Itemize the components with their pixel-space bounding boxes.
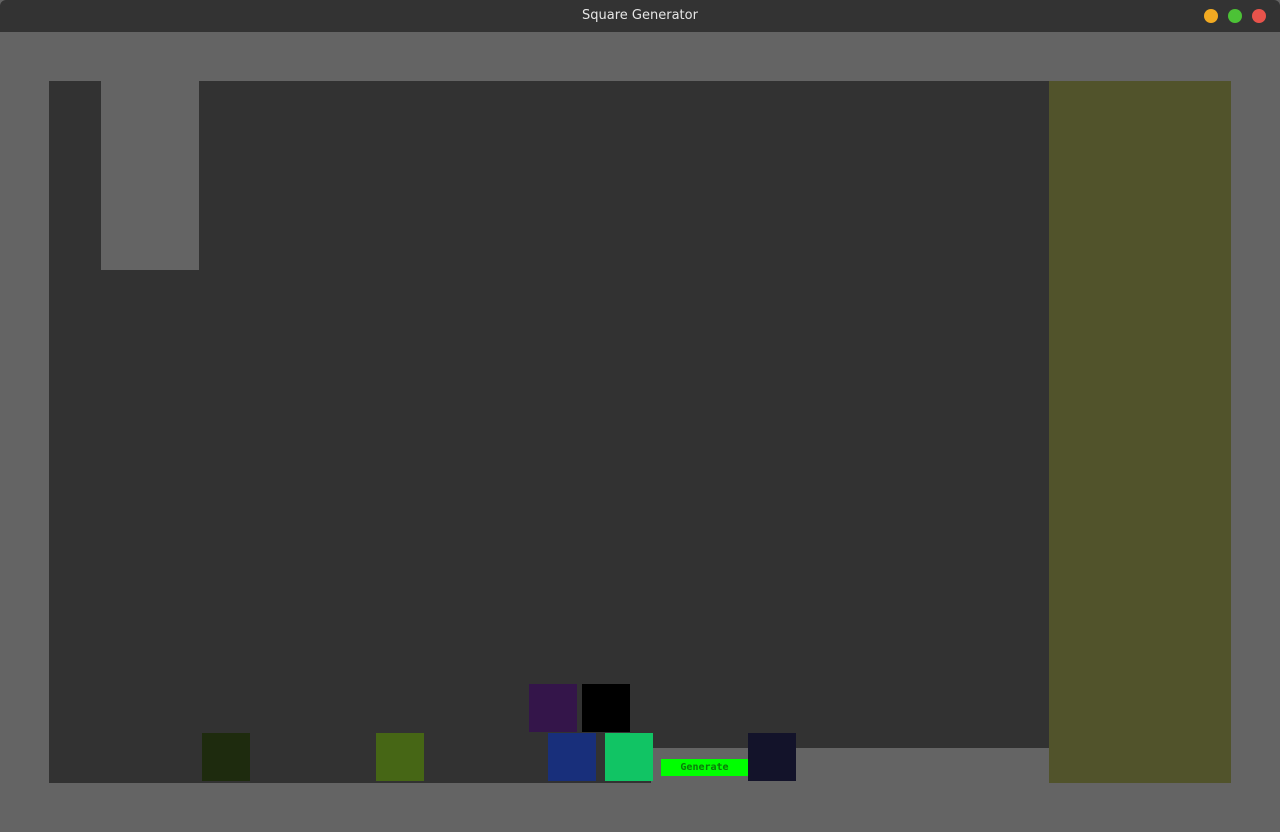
square-navy[interactable] (748, 733, 796, 781)
title-bar[interactable]: Square Generator (0, 0, 1280, 32)
square-blue[interactable] (548, 733, 596, 781)
play-area-main (199, 81, 1049, 748)
maximize-button[interactable] (1228, 9, 1242, 23)
play-area-left-column (49, 81, 101, 783)
square-olive[interactable] (376, 733, 424, 781)
square-dark-green[interactable] (202, 733, 250, 781)
close-button[interactable] (1252, 9, 1266, 23)
generate-button[interactable]: Generate (661, 759, 748, 776)
square-purple[interactable] (529, 684, 577, 732)
square-black[interactable] (582, 684, 630, 732)
side-panel (1049, 81, 1231, 783)
window-title: Square Generator (582, 8, 698, 23)
game-canvas[interactable]: Generate (0, 32, 1280, 832)
square-green[interactable] (605, 733, 653, 781)
minimize-button[interactable] (1204, 9, 1218, 23)
play-area-mid (101, 270, 199, 783)
app-window: Square Generator Generate (0, 0, 1280, 832)
